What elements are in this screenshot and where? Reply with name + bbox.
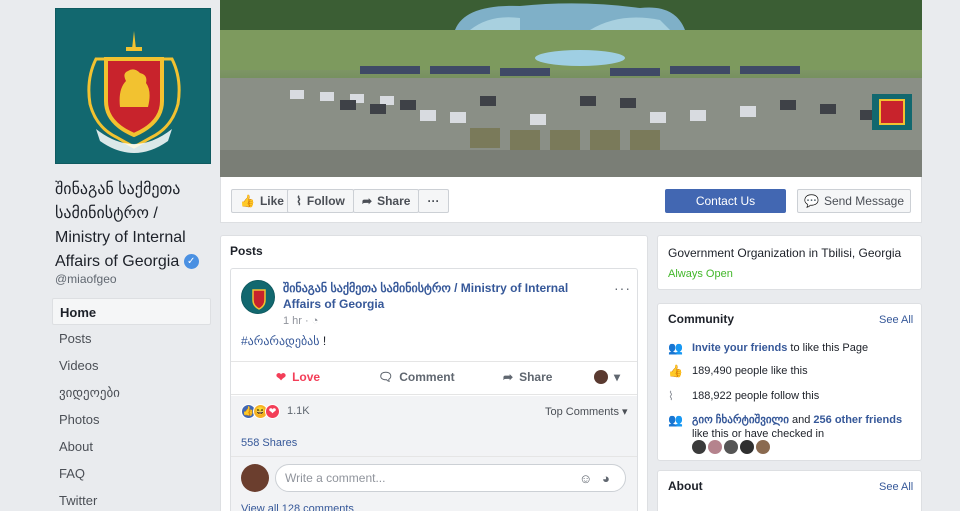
friends-mid-text: and (788, 414, 814, 426)
top-comments-label: Top Comments (545, 406, 619, 418)
caret-down-icon: ▾ (614, 370, 621, 384)
friend-avatar[interactable] (724, 440, 738, 454)
sidebar-item-posts[interactable]: Posts (52, 325, 211, 352)
page-title[interactable]: შინაგან საქმეთა სამინისტრო / Ministry of… (55, 178, 215, 274)
post-text: #არარადებას ! (241, 334, 326, 348)
top-comments-dropdown[interactable]: Top Comments ▾ (545, 405, 628, 418)
more-options-button[interactable]: ··· (418, 189, 449, 213)
invite-friends-link[interactable]: Invite your friends (692, 342, 787, 354)
sidebar-item-about[interactable]: About (52, 433, 211, 460)
page-handle[interactable]: @miaofgeo (55, 272, 117, 286)
post-author-name[interactable]: შინაგან საქმეთა სამინისტრო / Ministry of… (283, 280, 603, 312)
sidebar-item-videos-georgian[interactable]: ვიდეოები (52, 379, 211, 406)
share-page-button[interactable]: ➦ Share (353, 189, 420, 213)
sidebar-item-faq[interactable]: FAQ (52, 460, 211, 487)
globe-icon: · ◔ (305, 315, 319, 327)
page-title-text[interactable]: შინაგან საქმეთა სამინისტრო / Ministry of… (55, 181, 186, 270)
send-message-label: Send Message (823, 194, 904, 208)
posts-heading[interactable]: Posts (230, 244, 263, 258)
shares-count[interactable]: 558 Shares (241, 437, 297, 449)
likes-text[interactable]: 189,490 people like this (692, 364, 808, 378)
comment-button[interactable]: 🗨 Comment (378, 370, 455, 384)
thumbs-up-icon: 👍 (240, 194, 255, 208)
friend-avatar[interactable] (756, 440, 770, 454)
share-post-button[interactable]: ➦ Share (503, 370, 552, 384)
share-arrow-icon: ➦ (503, 370, 514, 384)
contact-us-button[interactable]: Contact Us (665, 189, 786, 213)
thumbs-up-icon: 👍 (668, 364, 683, 378)
friend-name-link[interactable]: გიო ჩხარტიშვილი (692, 414, 789, 426)
share-label: Share (377, 194, 411, 208)
invite-text: Invite your friends to like this Page (692, 341, 868, 355)
current-user-avatar (241, 464, 269, 492)
follows-row: ⌇ 188,922 people follow this (668, 389, 913, 403)
follows-text[interactable]: 188,922 people follow this (692, 389, 819, 403)
friend-avatar[interactable] (692, 440, 706, 454)
post-text-suffix: ! (319, 334, 327, 348)
cover-photo-image (220, 0, 922, 177)
friends-rest-text: like this or have checked in (692, 428, 825, 440)
community-see-all-link[interactable]: See All (879, 314, 913, 326)
friends-like-row: 👥 გიო ჩხარტიშვილი and 256 other friends … (668, 413, 913, 441)
post-timestamp[interactable]: 1 hr · ◔ (283, 315, 318, 327)
invite-rest-text: to like this Page (787, 342, 869, 354)
sidebar-item-twitter[interactable]: Twitter (52, 487, 211, 511)
love-reaction-icon: ❤ (265, 404, 280, 419)
post-time[interactable]: 1 hr (283, 315, 302, 327)
emoji-icon[interactable]: ☺ (579, 471, 592, 486)
cover-photo[interactable] (220, 0, 922, 177)
post-hashtag[interactable]: #არარადებას (241, 334, 320, 348)
friends-like-text: გიო ჩხარტიშვილი and 256 other friends li… (692, 413, 913, 441)
view-all-comments-link[interactable]: View all 128 comments (241, 503, 354, 511)
sticker-icon[interactable]: ◕ (602, 471, 610, 486)
comment-bubble-icon: 🗨 (378, 370, 394, 384)
love-label: Love (292, 370, 321, 384)
verified-badge-icon: ✓ (183, 254, 199, 270)
sidebar-item-videos[interactable]: Videos (52, 352, 211, 379)
ministry-emblem-icon (87, 31, 181, 153)
other-friends-link[interactable]: 256 other friends (813, 414, 902, 426)
organization-type[interactable]: Government Organization in Tbilisi, Geor… (668, 246, 901, 260)
friends-icon: 👥 (668, 413, 683, 427)
comment-input[interactable]: Write a comment... (275, 464, 626, 492)
reaction-icons[interactable]: 👍 😆 ❤ (241, 404, 280, 419)
user-avatar-icon (594, 370, 608, 384)
like-page-button[interactable]: 👍 Like (231, 189, 293, 213)
share-post-label: Share (519, 370, 553, 384)
sidebar-item-home[interactable]: Home (52, 298, 211, 325)
follow-page-button[interactable]: ⌇ Follow (287, 189, 354, 213)
share-arrow-icon: ➦ (362, 194, 373, 208)
people-icon: 👥 (668, 341, 683, 355)
sidebar-item-photos[interactable]: Photos (52, 406, 211, 433)
love-reaction-button[interactable]: ❤ Love (276, 370, 320, 384)
friend-avatars (692, 440, 770, 454)
post-options-button[interactable]: ··· (614, 280, 631, 296)
about-heading: About (668, 479, 703, 493)
post-author-avatar[interactable] (241, 280, 275, 314)
sidebar-nav: Home Posts Videos ვიდეოები Photos About … (52, 298, 211, 511)
about-see-all-link[interactable]: See All (879, 481, 913, 493)
friend-avatar[interactable] (740, 440, 754, 454)
follow-label: Follow (306, 194, 345, 208)
like-label: Like (259, 194, 284, 208)
open-status: Always Open (668, 268, 733, 280)
messenger-icon: 💬 (803, 194, 819, 208)
send-message-button[interactable]: 💬 Send Message (797, 189, 911, 213)
profile-picture[interactable] (55, 8, 211, 164)
friend-avatar[interactable] (708, 440, 722, 454)
reaction-count[interactable]: 1.1K (287, 405, 310, 417)
ellipsis-icon: ··· (427, 194, 440, 208)
post-as-selector[interactable]: ▾ (594, 370, 620, 384)
rss-icon: ⌇ (296, 194, 302, 208)
heart-icon: ❤ (276, 370, 287, 384)
caret-down-icon: ▾ (622, 406, 628, 418)
community-heading: Community (668, 312, 734, 326)
invite-friends-row: 👥 Invite your friends to like this Page (668, 341, 913, 355)
rss-icon: ⌇ (668, 389, 674, 403)
likes-row: 👍 189,490 people like this (668, 364, 913, 378)
comment-label: Comment (399, 370, 455, 384)
page-info-card (657, 235, 922, 290)
